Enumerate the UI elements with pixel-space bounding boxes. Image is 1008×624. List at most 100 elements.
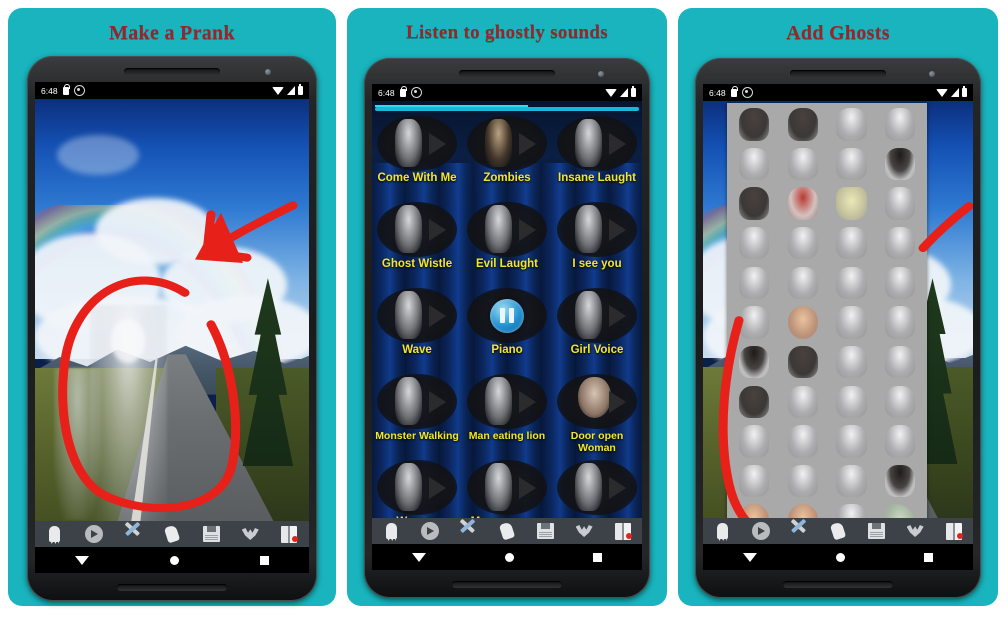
- play-icon[interactable]: [83, 524, 105, 544]
- exit-icon[interactable]: [278, 524, 300, 544]
- play-triangle-icon[interactable]: [608, 390, 626, 413]
- ghost-figure[interactable]: [89, 305, 167, 530]
- sound-cell[interactable]: Piano: [462, 286, 552, 372]
- play-triangle-icon[interactable]: [608, 132, 626, 155]
- recents-button[interactable]: [924, 552, 934, 562]
- ghost-hand-icon[interactable]: [161, 524, 183, 544]
- home-button[interactable]: [835, 552, 845, 562]
- sound-cell[interactable]: Wave: [372, 286, 462, 372]
- play-icon[interactable]: [750, 521, 772, 541]
- sound-cell[interactable]: Insane Laught: [552, 114, 642, 200]
- bat-icon[interactable]: [239, 524, 261, 544]
- sound-cell[interactable]: Girl Voice: [552, 286, 642, 372]
- ghost-thumbnail[interactable]: [876, 105, 924, 144]
- home-button[interactable]: [504, 552, 514, 562]
- sound-cell[interactable]: Evil Laught: [462, 200, 552, 286]
- sound-cell[interactable]: Door open Woman: [552, 372, 642, 458]
- sound-play-button[interactable]: [377, 202, 457, 257]
- play-triangle-icon[interactable]: [608, 304, 626, 327]
- tools-icon[interactable]: [122, 524, 144, 544]
- tools-icon[interactable]: [457, 521, 479, 541]
- play-triangle-icon[interactable]: [518, 132, 536, 155]
- ghost-thumbnail[interactable]: [876, 422, 924, 461]
- ghost-thumbnail[interactable]: [828, 184, 876, 223]
- sound-play-button[interactable]: [467, 116, 547, 171]
- ghost-eraser-icon[interactable]: [711, 521, 733, 541]
- play-triangle-icon[interactable]: [428, 476, 446, 499]
- photo-canvas[interactable]: [35, 99, 309, 547]
- save-icon[interactable]: [535, 521, 557, 541]
- play-triangle-icon[interactable]: [608, 476, 626, 499]
- ghost-thumbnail[interactable]: [779, 462, 827, 501]
- pause-icon[interactable]: [490, 298, 524, 333]
- playback-seek-bar[interactable]: [375, 105, 639, 111]
- ghost-thumbnail[interactable]: [876, 462, 924, 501]
- tools-icon[interactable]: [788, 521, 810, 541]
- sound-play-button[interactable]: [467, 460, 547, 515]
- ghost-thumbnail[interactable]: [828, 422, 876, 461]
- ghost-thumbnail[interactable]: [779, 343, 827, 382]
- sound-play-button[interactable]: [377, 374, 457, 429]
- ghost-thumbnail[interactable]: [876, 343, 924, 382]
- sound-cell[interactable]: Zombies: [462, 114, 552, 200]
- ghost-gallery[interactable]: [727, 103, 928, 542]
- ghost-eraser-icon[interactable]: [44, 524, 66, 544]
- recents-button[interactable]: [259, 555, 269, 565]
- sound-play-button[interactable]: [377, 288, 457, 343]
- save-icon[interactable]: [200, 524, 222, 544]
- play-triangle-icon[interactable]: [608, 218, 626, 241]
- exit-icon[interactable]: [612, 521, 634, 541]
- ghost-eraser-icon[interactable]: [380, 521, 402, 541]
- sound-cell[interactable]: Come With Me: [372, 114, 462, 200]
- ghost-thumbnail[interactable]: [828, 382, 876, 421]
- ghost-thumbnail[interactable]: [779, 224, 827, 263]
- ghost-thumbnail[interactable]: [828, 105, 876, 144]
- sound-cell[interactable]: I see you: [552, 200, 642, 286]
- ghost-thumbnail[interactable]: [730, 224, 778, 263]
- ghost-thumbnail[interactable]: [828, 343, 876, 382]
- ghost-hand-icon[interactable]: [827, 521, 849, 541]
- sound-play-button[interactable]: [557, 288, 637, 343]
- ghost-thumbnail[interactable]: [779, 303, 827, 342]
- sound-play-button[interactable]: [557, 374, 637, 429]
- ghost-thumbnail[interactable]: [730, 264, 778, 303]
- ghost-thumbnail[interactable]: [779, 105, 827, 144]
- play-triangle-icon[interactable]: [518, 390, 536, 413]
- sound-play-button[interactable]: [557, 460, 637, 515]
- ghost-thumbnail[interactable]: [828, 224, 876, 263]
- ghost-thumbnail[interactable]: [779, 184, 827, 223]
- play-icon[interactable]: [419, 521, 441, 541]
- ghost-thumbnail[interactable]: [828, 264, 876, 303]
- ghost-thumbnail[interactable]: [828, 303, 876, 342]
- back-button[interactable]: [742, 552, 757, 562]
- sound-play-button[interactable]: [467, 202, 547, 257]
- save-icon[interactable]: [866, 521, 888, 541]
- exit-icon[interactable]: [943, 521, 965, 541]
- back-button[interactable]: [411, 552, 426, 562]
- ghost-thumbnail[interactable]: [730, 145, 778, 184]
- ghost-thumbnail[interactable]: [876, 184, 924, 223]
- ghost-thumbnail[interactable]: [876, 382, 924, 421]
- sound-play-button[interactable]: [377, 116, 457, 171]
- bat-icon[interactable]: [904, 521, 926, 541]
- ghost-thumbnail[interactable]: [730, 184, 778, 223]
- ghost-thumbnail[interactable]: [876, 303, 924, 342]
- play-triangle-icon[interactable]: [428, 390, 446, 413]
- ghost-thumbnail[interactable]: [828, 145, 876, 184]
- ghost-thumbnail[interactable]: [730, 105, 778, 144]
- ghost-thumbnail[interactable]: [779, 422, 827, 461]
- home-button[interactable]: [169, 555, 179, 565]
- ghost-thumbnail[interactable]: [876, 264, 924, 303]
- sound-cell[interactable]: Man eating lion: [462, 372, 552, 458]
- ghost-thumbnail[interactable]: [779, 264, 827, 303]
- sound-play-button[interactable]: [467, 288, 547, 343]
- bat-icon[interactable]: [573, 521, 595, 541]
- ghost-thumbnail[interactable]: [730, 382, 778, 421]
- ghost-hand-icon[interactable]: [496, 521, 518, 541]
- play-triangle-icon[interactable]: [428, 304, 446, 327]
- sound-play-button[interactable]: [377, 460, 457, 515]
- play-triangle-icon[interactable]: [518, 218, 536, 241]
- ghost-thumbnail[interactable]: [730, 343, 778, 382]
- sound-play-button[interactable]: [467, 374, 547, 429]
- ghost-thumbnail[interactable]: [876, 145, 924, 184]
